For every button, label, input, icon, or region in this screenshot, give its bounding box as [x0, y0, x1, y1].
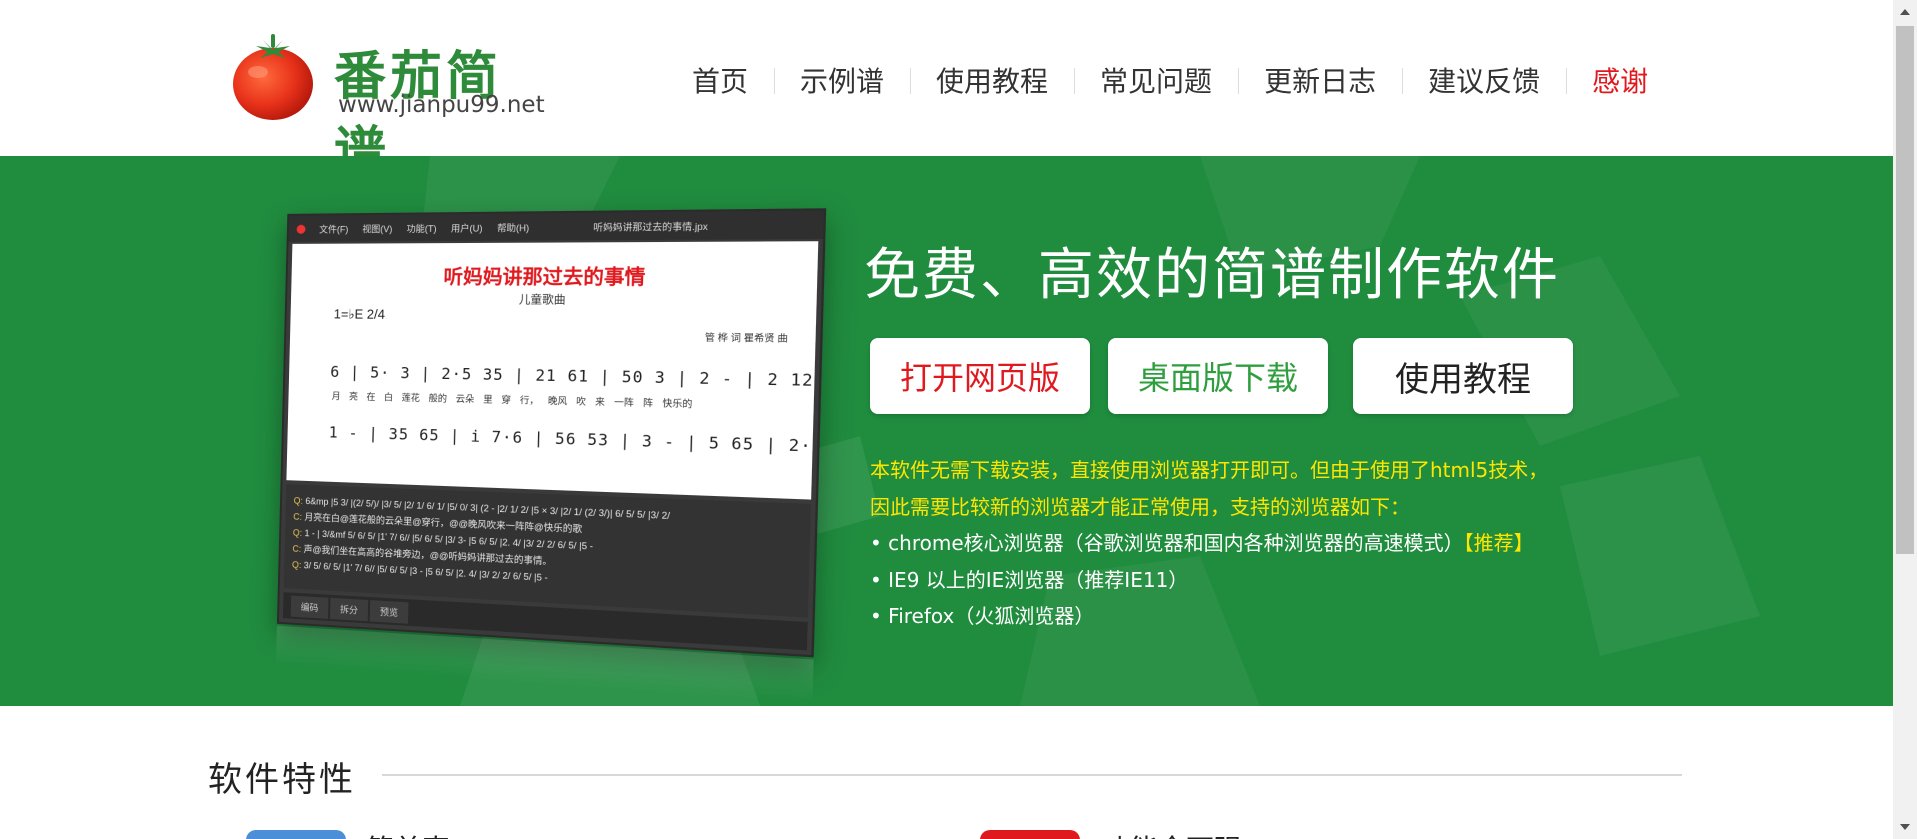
score-sheet: 听妈妈讲那过去的事情 儿童歌曲 1=♭E 2/4 管 桦 词 瞿希贤 曲 6 |…	[286, 241, 818, 499]
feature-powerful-icon	[980, 830, 1080, 839]
tomato-logo-icon	[230, 30, 316, 122]
scroll-down-arrow-icon[interactable]	[1893, 815, 1917, 839]
browser-requirements: 本软件无需下载安装，直接使用浏览器打开即可。但由于使用了html5技术， 因此需…	[870, 452, 1548, 635]
score-key: 1=♭E 2/4	[334, 306, 386, 323]
score-credit: 管 桦 词 瞿希贤 曲	[705, 330, 788, 345]
feature-powerful-label: 功能全面强大	[1102, 828, 1262, 839]
app-icon	[297, 224, 306, 233]
hero-banner: 文件(F) 视图(V) 功能(T) 用户(U) 帮助(H) 听妈妈讲那过去的事情…	[0, 156, 1893, 706]
features-divider	[382, 774, 1682, 776]
app-tab-split: 拆分	[330, 597, 368, 620]
site-header: 番茄简谱 www.jianpu99.net 首页 示例谱 使用教程 常见问题 更…	[0, 0, 1893, 156]
app-menu-help: 帮助(H)	[497, 220, 529, 234]
requirements-line2: 因此需要比较新的浏览器才能正常使用，支持的浏览器如下：	[870, 489, 1548, 526]
main-nav: 首页 示例谱 使用教程 常见问题 更新日志 建议反馈 感谢	[680, 58, 1674, 102]
app-menu-user: 用户(U)	[451, 221, 483, 235]
app-window: 文件(F) 视图(V) 功能(T) 用户(U) 帮助(H) 听妈妈讲那过去的事情…	[277, 208, 826, 657]
score-title: 听妈妈讲那过去的事情	[291, 261, 817, 291]
nav-examples[interactable]: 示例谱	[774, 60, 910, 100]
score-notes-line2: 1 - | 35 65 | i 7·6 | 56 53 | 3 - | 5 65…	[329, 423, 819, 462]
site-logo[interactable]: 番茄简谱 www.jianpu99.net	[230, 28, 550, 128]
browser-chrome-item: • chrome核心浏览器（谷歌浏览器和国内各种浏览器的高速模式）【推荐】	[870, 525, 1548, 562]
tutorial-button[interactable]: 使用教程	[1353, 338, 1573, 414]
app-tab-edit: 编码	[291, 595, 329, 618]
nav-faq[interactable]: 常见问题	[1074, 60, 1238, 100]
nav-home[interactable]: 首页	[680, 60, 774, 100]
app-menu-tools: 功能(T)	[406, 221, 436, 235]
app-menu-view: 视图(V)	[362, 221, 392, 234]
requirements-line1: 本软件无需下载安装，直接使用浏览器打开即可。但由于使用了html5技术，	[870, 452, 1548, 489]
score-lyrics-line1: 月 亮 在 白 莲花 般的 云朵 里 穿 行， 晚风 吹 来 一阵 阵 快乐的	[332, 389, 693, 410]
nav-tutorial[interactable]: 使用教程	[910, 60, 1074, 100]
browser-firefox-item: • Firefox（火狐浏览器）	[870, 598, 1548, 635]
app-filename: 听妈妈讲那过去的事情.jpx	[593, 219, 708, 234]
nav-feedback[interactable]: 建议反馈	[1402, 60, 1566, 100]
browser-ie-item: • IE9 以上的IE浏览器（推荐IE11）	[870, 562, 1548, 599]
app-menu-file: 文件(F)	[319, 222, 348, 235]
logo-url: www.jianpu99.net	[338, 92, 545, 118]
hero-headline: 免费、高效的简谱制作软件	[864, 230, 1560, 311]
app-tab-preview: 预览	[370, 600, 409, 624]
feature-simple-label: 简单直接	[366, 828, 466, 839]
desktop-download-button[interactable]: 桌面版下载	[1108, 338, 1328, 414]
recommended-tag: 【推荐】	[1464, 531, 1534, 555]
app-menubar: 文件(F) 视图(V) 功能(T) 用户(U) 帮助(H) 听妈妈讲那过去的事情…	[289, 210, 824, 241]
features-heading: 软件特性	[208, 752, 356, 801]
open-web-version-button[interactable]: 打开网页版	[870, 338, 1090, 414]
scrollbar-thumb[interactable]	[1896, 26, 1914, 554]
feature-simple-icon	[246, 830, 346, 839]
nav-thanks[interactable]: 感谢	[1566, 60, 1674, 100]
app-screenshot: 文件(F) 视图(V) 功能(T) 用户(U) 帮助(H) 听妈妈讲那过去的事情…	[277, 208, 827, 668]
scroll-up-arrow-icon[interactable]	[1893, 0, 1917, 24]
nav-changelog[interactable]: 更新日志	[1238, 60, 1402, 100]
browser-chrome-text: • chrome核心浏览器（谷歌浏览器和国内各种浏览器的高速模式）	[870, 531, 1464, 555]
page-scrollbar[interactable]	[1893, 0, 1917, 839]
